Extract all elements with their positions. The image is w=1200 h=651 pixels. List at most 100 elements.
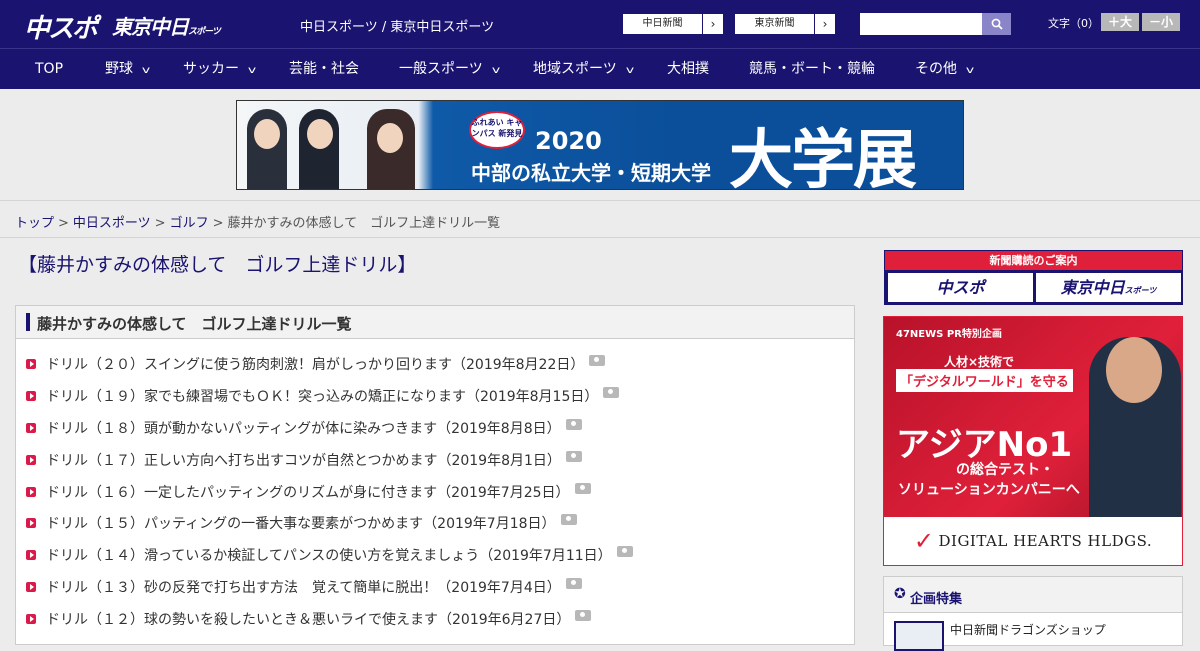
camera-icon (565, 450, 582, 462)
camera-icon (560, 513, 577, 525)
list-item[interactable]: ドリル（１４）滑っているか検証してパンスの使い方を覚えましょう（2019年7月1… (26, 545, 633, 565)
chevron-down-icon: v (965, 65, 975, 76)
features-header: ✪ 企画特集 (884, 577, 1182, 613)
subscribe-tokyo-chunichi-label: 東京中日 (1060, 278, 1125, 297)
ad-pr-label: 47NEWS PR特別企画 (896, 329, 1002, 340)
banner-headline: 大学展 (729, 124, 917, 190)
nav-soccer-label: サッカー (183, 61, 239, 77)
ad-person-face (1106, 337, 1162, 403)
ad-line-1: 人材×技術で (944, 355, 1015, 369)
list-heading: 藤井かすみの体感して ゴルフ上達ドリル一覧 (37, 315, 352, 333)
list-item[interactable]: ドリル（１６）一定したパッティングのリズムが身に付きます（2019年7月25日） (26, 482, 591, 502)
chevron-down-icon: v (491, 65, 500, 76)
tokyo-shimbun-label: 東京新聞 (735, 14, 815, 34)
breadcrumb-golf[interactable]: ゴルフ (170, 216, 209, 231)
drill-list: 藤井かすみの体感して ゴルフ上達ドリル一覧 ドリル（２０）スイングに使う筋肉刺激… (15, 305, 855, 645)
breadcrumb-separator: > (212, 216, 224, 231)
list-item-title: ドリル（１４）滑っているか検証してパンスの使い方を覚えましょう（2019年7月1… (46, 548, 612, 564)
university-fair-banner[interactable]: ふれあい キャンパス 新発見 2020 中部の私立大学・短期大学 大学展 (236, 100, 964, 190)
chunichi-shimbun-label: 中日新聞 (623, 14, 703, 34)
chevron-down-icon: v (247, 65, 257, 76)
list-item[interactable]: ドリル（１２）球の勢いを殺したいとき＆悪いライで使えます（2019年6月27日） (26, 609, 592, 629)
nav-other-label: その他 (915, 61, 957, 77)
chevron-right-icon: › (710, 17, 716, 31)
arrow-bullet-icon (26, 359, 36, 369)
nav-local-sports-label: 地域スポーツ (533, 61, 617, 77)
arrow-bullet-icon (26, 582, 36, 592)
ad-sponsor-name: DIGITAL HEARTS HLDGS. (938, 532, 1153, 550)
nav-baseball-label: 野球 (105, 61, 133, 77)
page-title: 【藤井かすみの体感して ゴルフ上達ドリル】 (18, 254, 417, 276)
camera-icon (574, 482, 591, 494)
list-item[interactable]: ドリル（１５）パッティングの一番大事な要素がつかめます（2019年7月18日） (26, 513, 577, 533)
nav-sumo[interactable]: 大相撲 (667, 49, 709, 90)
digital-hearts-ad[interactable]: 47NEWS PR特別企画 人材×技術で 「デジタルワールド」を守る アジアNo… (883, 316, 1183, 566)
subscription-heading: 新聞購読のご案内 (885, 251, 1182, 270)
nav-racing[interactable]: 競馬・ボート・競輪 (749, 49, 875, 90)
nav-other[interactable]: その他 v (915, 49, 975, 90)
breadcrumb: トップ > 中日スポーツ > ゴルフ > 藤井かすみの体感して ゴルフ上達ドリル一覧 (15, 212, 500, 231)
chevron-right-icon: › (822, 17, 828, 31)
chuspo-logo[interactable]: 中スポ (24, 8, 98, 45)
nav-sumo-label: 大相撲 (667, 61, 709, 77)
banner-subtitle: 中部の私立大学・短期大学 (471, 161, 711, 185)
subscribe-chuspo-button[interactable]: 中スポ (888, 273, 1033, 302)
main-nav: TOP 野球 v サッカー v 芸能・社会 一般スポーツ v 地域スポーツ v 大相撲 … (0, 48, 1200, 89)
list-item[interactable]: ドリル（１７）正しい方向へ打ち出すコツが自然とつかめます（2019年8月1日） (26, 450, 582, 470)
banner-student-face (377, 123, 403, 153)
tokyo-chunichi-logo[interactable]: 東京中日スポーツ (112, 11, 221, 40)
font-smaller-button[interactable]: －小 (1142, 13, 1180, 31)
ad-line-5: ソリューションカンパニーへ (898, 482, 1080, 498)
list-item-title: ドリル（１６）一定したパッティングのリズムが身に付きます（2019年7月25日） (46, 485, 570, 501)
banner-year: 2020 (535, 127, 602, 155)
camera-icon (603, 386, 620, 398)
arrow-bullet-icon (26, 550, 36, 560)
tokyo-chunichi-logo-text: 東京中日 (112, 15, 189, 39)
font-size-label: 文字（0） (1048, 17, 1099, 30)
nav-local-sports[interactable]: 地域スポーツ v (533, 49, 634, 90)
nav-baseball[interactable]: 野球 v (105, 49, 151, 90)
arrow-bullet-icon (26, 455, 36, 465)
list-item-title: ドリル（１５）パッティングの一番大事な要素がつかめます（2019年7月18日） (46, 516, 556, 532)
feature-thumbnail[interactable] (894, 621, 944, 651)
list-item[interactable]: ドリル（１９）家でも練習場でもＯＫ！突っ込みの矯正になります（2019年8月15… (26, 386, 620, 406)
camera-icon (589, 354, 606, 366)
nav-entertainment[interactable]: 芸能・社会 (289, 49, 359, 90)
nav-entertainment-label: 芸能・社会 (289, 61, 359, 77)
tokyo-shimbun-link[interactable]: 東京新聞 › (734, 13, 836, 35)
list-item[interactable]: ドリル（１８）頭が動かないパッティングが体に染みつきます（2019年8月8日） (26, 418, 582, 438)
chunichi-shimbun-link[interactable]: 中日新聞 › (622, 13, 724, 35)
chevron-down-icon: v (625, 65, 634, 76)
list-header: 藤井かすみの体感して ゴルフ上達ドリル一覧 (16, 306, 854, 339)
top-header: 中スポ 東京中日スポーツ 中日スポーツ / 東京中日スポーツ 中日新聞 › 東京… (0, 0, 1200, 48)
subscribe-tokyo-chunichi-small: スポーツ (1124, 286, 1157, 295)
font-bigger-button[interactable]: ＋大 (1101, 13, 1139, 31)
tokyo-chunichi-logo-small: スポーツ (188, 27, 221, 37)
camera-icon (565, 577, 582, 589)
search-icon (991, 18, 1003, 30)
nav-racing-label: 競馬・ボート・競輪 (749, 61, 875, 77)
nav-soccer[interactable]: サッカー v (183, 49, 257, 90)
arrow-bullet-icon (26, 614, 36, 624)
breadcrumb-top[interactable]: トップ (15, 216, 54, 231)
nav-general-sports[interactable]: 一般スポーツ v (399, 49, 500, 90)
nav-top[interactable]: TOP (35, 49, 63, 90)
search-button[interactable] (982, 13, 1011, 35)
breadcrumb-separator: > (154, 216, 166, 231)
chevron-down-icon: v (141, 65, 151, 76)
breadcrumb-current: 藤井かすみの体感して ゴルフ上達ドリル一覧 (227, 216, 501, 231)
breadcrumb-bar: トップ > 中日スポーツ > ゴルフ > 藤井かすみの体感して ゴルフ上達ドリル一覧 (0, 200, 1200, 238)
ad-sponsor-footer: ✓ DIGITAL HEARTS HLDGS. (884, 517, 1182, 565)
subscribe-tokyo-chunichi-button[interactable]: 東京中日スポーツ (1036, 273, 1181, 302)
features-heading: 企画特集 (910, 592, 963, 607)
nav-top-label: TOP (35, 61, 64, 77)
camera-icon (616, 545, 633, 557)
list-item[interactable]: ドリル（２０）スイングに使う筋肉刺激！肩がしっかり回ります（2019年8月22日… (26, 354, 606, 374)
list-item-title: ドリル（１７）正しい方向へ打ち出すコツが自然とつかめます（2019年8月1日） (46, 453, 561, 469)
arrow-bullet-icon (26, 391, 36, 401)
checkmark-logo-icon: ✓ (913, 527, 935, 555)
search-input[interactable] (860, 13, 982, 35)
list-item[interactable]: ドリル（１３）砂の反発で打ち出す方法 覚えて簡単に脱出！（2019年7月4日） (26, 577, 582, 597)
camera-icon (565, 418, 582, 430)
breadcrumb-chunichi-sports[interactable]: 中日スポーツ (73, 216, 151, 231)
